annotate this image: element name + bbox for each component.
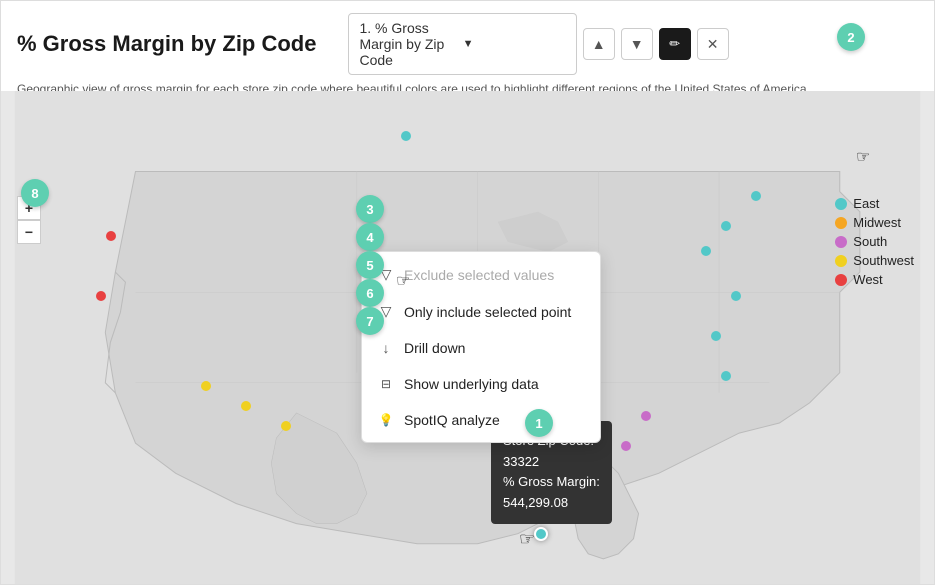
map-dot[interactable] <box>731 291 741 301</box>
legend-item-midwest: Midwest <box>835 215 914 230</box>
badge-8: 8 <box>21 179 49 207</box>
page-title: % Gross Margin by Zip Code <box>17 31 316 57</box>
map-area: + − East Midwest South Southwest <box>1 91 934 584</box>
tooltip-margin-value: 544,299.08 <box>503 495 568 510</box>
legend-item-west: West <box>835 272 914 287</box>
context-menu-include[interactable]: ▽ Only include selected point <box>362 293 600 330</box>
badge-2: 2 <box>837 23 865 51</box>
legend-dot-east <box>835 198 847 210</box>
up-button[interactable]: ▲ <box>583 28 615 60</box>
edit-icon: ✏ <box>669 36 680 52</box>
map-dot[interactable] <box>401 131 411 141</box>
drill-icon: ↓ <box>378 340 394 356</box>
legend-label-south: South <box>853 234 887 249</box>
context-menu-spotiq[interactable]: 💡 SpotIQ analyze <box>362 402 600 438</box>
tooltip-line2: % Gross Margin: 544,299.08 <box>503 472 600 514</box>
badge-5: 5 <box>356 251 384 279</box>
context-menu-drill[interactable]: ↓ Drill down <box>362 330 600 366</box>
map-dot[interactable] <box>721 371 731 381</box>
map-dot[interactable] <box>241 401 251 411</box>
context-menu-include-label: Only include selected point <box>404 304 571 320</box>
legend-item-east: East <box>835 196 914 211</box>
map-dot[interactable] <box>701 246 711 256</box>
badge-6: 6 <box>356 279 384 307</box>
map-dot[interactable] <box>281 421 291 431</box>
badge-4: 4 <box>356 223 384 251</box>
legend-label-southwest: Southwest <box>853 253 914 268</box>
underlying-icon: ⊟ <box>378 377 394 391</box>
legend-dot-south <box>835 236 847 248</box>
badge-1: 1 <box>525 409 553 437</box>
map-dot[interactable] <box>751 191 761 201</box>
down-icon: ▼ <box>630 36 644 52</box>
tooltip-margin-label: % Gross Margin: <box>503 474 600 489</box>
down-button[interactable]: ▼ <box>621 28 653 60</box>
cursor-icon: ☞ <box>519 529 535 550</box>
map-dot[interactable] <box>96 291 106 301</box>
legend-dot-west <box>835 274 847 286</box>
chevron-down-icon: ▼ <box>463 38 566 50</box>
selected-map-dot[interactable] <box>534 527 548 541</box>
legend-item-southwest: Southwest <box>835 253 914 268</box>
close-button[interactable]: ✕ <box>697 28 729 60</box>
header: % Gross Margin by Zip Code 1. % Gross Ma… <box>1 1 934 79</box>
zoom-out-button[interactable]: − <box>17 220 41 244</box>
legend-label-midwest: Midwest <box>853 215 901 230</box>
legend-dot-southwest <box>835 255 847 267</box>
legend: East Midwest South Southwest West <box>835 196 914 291</box>
chart-dropdown[interactable]: 1. % Gross Margin by Zip Code ▼ <box>348 13 576 75</box>
page-container: % Gross Margin by Zip Code 1. % Gross Ma… <box>0 0 935 585</box>
badge-3: 3 <box>356 195 384 223</box>
up-icon: ▲ <box>592 36 606 52</box>
map-dot[interactable] <box>106 231 116 241</box>
map-dot[interactable] <box>721 221 731 231</box>
map-dot[interactable] <box>711 331 721 341</box>
dropdown-bar: 1. % Gross Margin by Zip Code ▼ ▲ ▼ ✏ ✕ <box>348 13 918 75</box>
legend-dot-midwest <box>835 217 847 229</box>
legend-item-south: South <box>835 234 914 249</box>
legend-label-west: West <box>853 272 882 287</box>
cursor-icon-menu: ☞ <box>396 271 410 291</box>
context-menu-spotiq-label: SpotIQ analyze <box>404 412 500 428</box>
close-icon: ✕ <box>707 36 719 53</box>
context-menu-underlying[interactable]: ⊟ Show underlying data <box>362 366 600 402</box>
context-menu-underlying-label: Show underlying data <box>404 376 539 392</box>
legend-label-east: East <box>853 196 879 211</box>
map-dot[interactable] <box>641 411 651 421</box>
spotiq-icon: 💡 <box>378 413 394 427</box>
dropdown-label: 1. % Gross Margin by Zip Code <box>359 20 462 68</box>
badge-7: 7 <box>356 307 384 335</box>
tooltip-zip-value: 33322 <box>503 454 539 469</box>
context-menu-drill-label: Drill down <box>404 340 465 356</box>
cursor-icon-edit: ☞ <box>856 147 870 167</box>
edit-button[interactable]: ✏ <box>659 28 691 60</box>
map-dot[interactable] <box>201 381 211 391</box>
context-menu-exclude-label: Exclude selected values <box>404 267 554 283</box>
map-dot[interactable] <box>621 441 631 451</box>
